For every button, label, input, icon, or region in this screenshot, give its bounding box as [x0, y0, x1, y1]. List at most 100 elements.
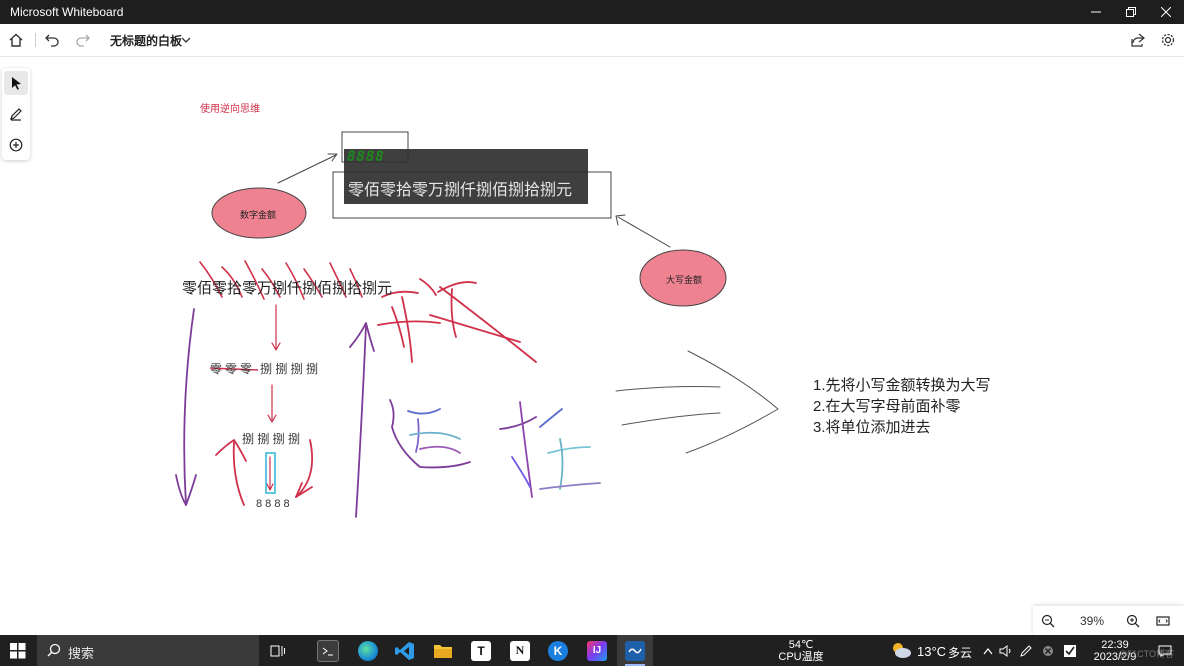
pointer-icon [12, 77, 21, 90]
redo-button[interactable] [71, 28, 95, 52]
vscode-icon [395, 641, 414, 660]
task-view-button[interactable] [260, 635, 296, 666]
notion-app[interactable]: N [502, 635, 538, 666]
weather-desc: 多云 [948, 646, 973, 660]
whiteboard-app[interactable] [617, 635, 653, 666]
taskbar-search[interactable]: 搜索 [37, 635, 259, 666]
select-tool[interactable] [4, 71, 28, 95]
home-button[interactable] [4, 28, 28, 52]
pen-menu-button[interactable] [1016, 635, 1036, 666]
undo-button[interactable] [40, 28, 64, 52]
cpu-temp-value: 54℃ [788, 639, 814, 651]
row2-rest[interactable]: 捌 捌 捌 捌 [260, 360, 318, 377]
folder-icon [434, 644, 452, 658]
zoom-in-icon [1126, 614, 1140, 628]
taskbar: 搜索 T N K IJ 54℃ CPU温度 13°C 多云 22:39 2023… [0, 635, 1184, 666]
show-hidden-icons-button[interactable] [978, 635, 998, 666]
terminal-icon [317, 639, 339, 662]
step-1: 1.先将小写金额转换为大写 [813, 377, 991, 394]
notion-icon: N [510, 640, 530, 661]
command-bar: 无标题的白板 [0, 24, 1184, 57]
handwriting-unit [377, 278, 537, 363]
zoom-level: 39% [1080, 614, 1105, 628]
gray-big-arrow [615, 350, 779, 454]
volume-icon [999, 644, 1011, 657]
circle-upper-label[interactable]: 大写金额 [666, 273, 702, 286]
title-bar: Microsoft Whiteboard [0, 0, 1184, 24]
add-tool[interactable] [4, 133, 28, 157]
step-3: 3.将单位添加进去 [813, 419, 931, 436]
task-view-icon [270, 645, 285, 656]
fit-screen-icon [1156, 616, 1170, 626]
share-icon [1131, 33, 1145, 47]
fit-to-screen-button[interactable] [1152, 610, 1174, 632]
terminal-app[interactable] [310, 635, 346, 666]
typora-app[interactable]: T [463, 635, 499, 666]
plus-circle-icon [9, 138, 23, 152]
app-title: Microsoft Whiteboard [10, 5, 124, 19]
k-app-icon: K [548, 640, 568, 661]
notification-icon [1158, 645, 1172, 657]
whiteboard-icon [625, 640, 645, 661]
share-button[interactable] [1126, 28, 1150, 52]
vscode-app[interactable] [387, 635, 423, 666]
cpu-temp-widget[interactable]: 54℃ CPU温度 [776, 639, 826, 663]
intellij-app[interactable]: IJ [579, 635, 615, 666]
redo-icon [76, 34, 90, 47]
zoom-controls: 39% [1033, 606, 1184, 635]
chevron-up-icon [983, 647, 993, 654]
restore-button[interactable] [1113, 0, 1149, 24]
weather-temp: 13°C [917, 644, 947, 659]
row2-struck[interactable]: 零零零 [210, 360, 255, 377]
circle-digits-label[interactable]: 数字金额 [240, 208, 276, 221]
row4-text[interactable]: 8 8 8 8 [256, 498, 290, 510]
pen-workspace-icon [1020, 644, 1032, 657]
weather-widget[interactable] [890, 641, 912, 664]
handwriting-reverse [389, 399, 601, 498]
kuaiyi-app[interactable]: K [540, 635, 576, 666]
whiteboard-drawing [175, 131, 779, 518]
cpu-temp-label: CPU温度 [778, 651, 824, 663]
display-text: 零佰零拾零万捌仟捌佰捌拾捌元 [348, 182, 573, 199]
whiteboard-canvas[interactable]: 使用逆向思维 8888 零佰零拾零万捌仟捌佰捌拾捌元 数字金额 大写金额 零佰零… [0, 57, 1184, 635]
checkbox-tray-icon [1064, 644, 1076, 657]
notifications-button[interactable] [1150, 635, 1180, 666]
close-button[interactable] [1148, 0, 1184, 24]
chevron-down-icon [181, 37, 191, 43]
tray-check-button[interactable] [1060, 635, 1080, 666]
flow-arrows [266, 304, 281, 491]
handwriting-side-arrows [215, 439, 313, 506]
zoom-out-icon [1041, 614, 1055, 628]
home-icon [9, 33, 23, 47]
row3-text[interactable]: 捌 捌 捌 捌 [242, 430, 300, 447]
search-placeholder: 搜索 [68, 646, 95, 661]
search-icon [47, 643, 61, 657]
pen-icon [10, 108, 22, 121]
gear-icon [1161, 33, 1175, 47]
settings-button[interactable] [1156, 28, 1180, 52]
board-title[interactable]: 无标题的白板 [110, 32, 182, 49]
volume-button[interactable] [996, 635, 1016, 666]
windows-logo-icon [10, 642, 26, 658]
start-button[interactable] [0, 635, 36, 666]
typora-icon: T [471, 640, 491, 661]
inking-tool[interactable] [4, 102, 28, 126]
undo-icon [45, 34, 59, 47]
zoom-in-button[interactable] [1122, 610, 1144, 632]
tray-circle-icon [1043, 645, 1053, 656]
note-reverse-thinking[interactable]: 使用逆向思维 [200, 100, 260, 115]
row1-text[interactable]: 零佰零拾零万捌仟捌佰捌拾捌元 [182, 277, 392, 298]
digital-display: 8888 [347, 149, 385, 165]
edge-icon [358, 640, 378, 661]
minimize-button[interactable] [1078, 0, 1114, 24]
file-explorer-app[interactable] [425, 635, 461, 666]
steps-list[interactable]: 1.先将小写金额转换为大写 2.在大写字母前面补零 3.将单位添加进去 [813, 375, 991, 438]
cloudy-weather-icon [893, 643, 911, 658]
zoom-out-button[interactable] [1037, 610, 1059, 632]
intellij-icon: IJ [587, 640, 607, 661]
tool-rail [2, 68, 30, 160]
divider [35, 33, 36, 47]
tray-app-button[interactable] [1038, 635, 1058, 666]
edge-app[interactable] [350, 635, 386, 666]
board-title-dropdown[interactable] [174, 28, 198, 52]
